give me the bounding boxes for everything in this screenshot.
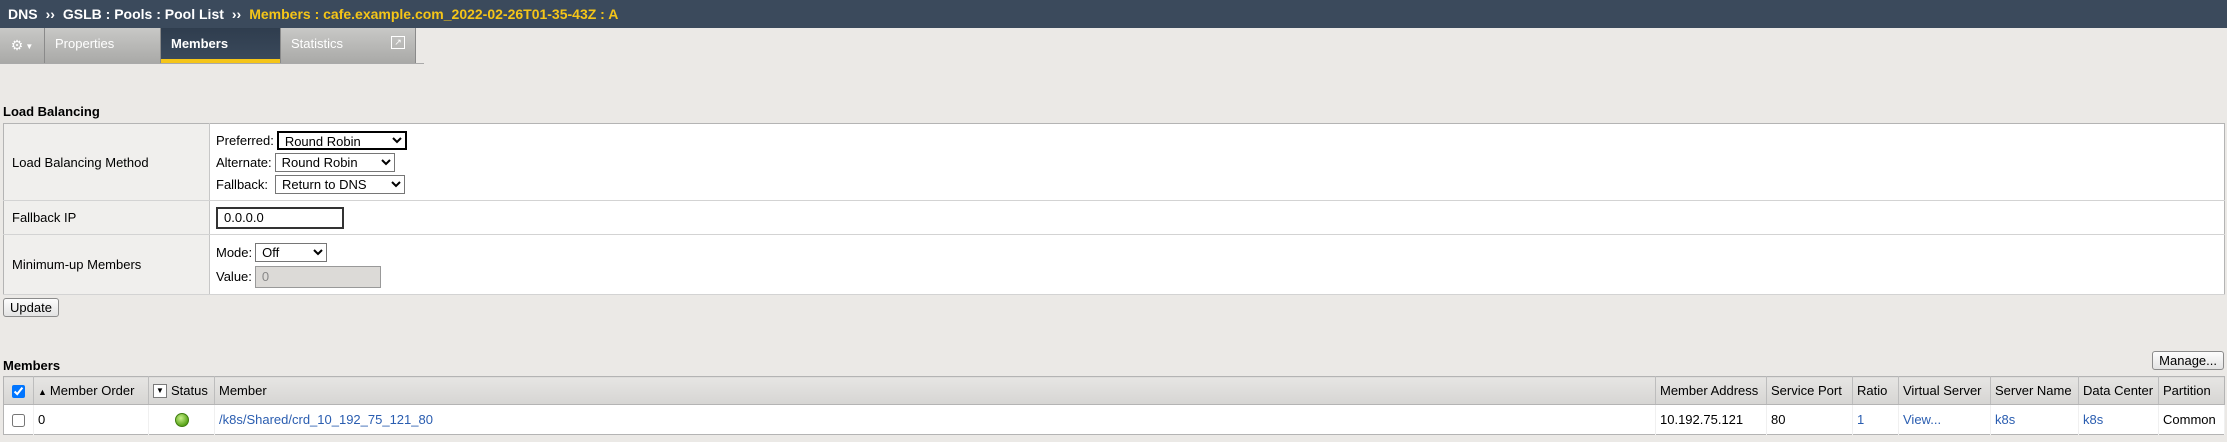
- load-balancing-title: Load Balancing: [3, 104, 100, 119]
- page-title: Members : cafe.example.com_2022-02-26T01…: [249, 6, 619, 22]
- manage-button[interactable]: Manage...: [2152, 351, 2224, 370]
- service-port-header-label: Service Port: [1771, 383, 1842, 398]
- partition-header-label: Partition: [2163, 383, 2211, 398]
- status-header-label: Status: [171, 382, 208, 398]
- column-header-member[interactable]: Member: [214, 376, 1656, 405]
- table-row: 0 /k8s/Shared/crd_10_192_75_121_80 10.19…: [3, 404, 2225, 435]
- column-header-ratio[interactable]: Ratio: [1852, 376, 1899, 405]
- breadcrumb-separator: ››: [231, 6, 242, 22]
- column-header-server-name[interactable]: Server Name: [1990, 376, 2079, 405]
- row-select-cell: [3, 404, 34, 435]
- value-input: [254, 265, 381, 288]
- member-order-header-label: Member Order: [49, 383, 135, 398]
- alternate-label: Alternate:: [216, 154, 272, 170]
- partition-cell: Common: [2158, 404, 2225, 435]
- value-label: Value:: [216, 269, 252, 284]
- sort-ascending-icon: ▲: [38, 387, 47, 397]
- tab-properties[interactable]: Properties: [45, 28, 161, 63]
- tab-properties-label: Properties: [55, 36, 115, 51]
- tab-statistics[interactable]: Statistics ↗: [281, 28, 416, 63]
- alternate-method-select[interactable]: Round Robin: [274, 152, 395, 172]
- member-order-cell: 0: [33, 404, 149, 435]
- fallback-method-select[interactable]: Return to DNS: [275, 174, 406, 194]
- tab-statistics-label: Statistics: [291, 36, 344, 51]
- fallback-label: Fallback:: [216, 176, 269, 192]
- column-header-service-port[interactable]: Service Port: [1766, 376, 1853, 405]
- member-cell: /k8s/Shared/crd_10_192_75_121_80: [214, 404, 1656, 435]
- virtual-server-header-label: Virtual Server: [1903, 383, 1982, 398]
- ratio-header-label: Ratio: [1857, 383, 1888, 398]
- tab-members-label: Members: [171, 36, 229, 51]
- mode-select[interactable]: Off: [255, 243, 328, 262]
- members-table: ▲ Member Order ▼ Status Member Member Addr…: [3, 376, 2225, 435]
- column-header-member-address[interactable]: Member Address: [1655, 376, 1767, 405]
- data-center-cell: k8s: [2078, 404, 2159, 435]
- column-header-partition[interactable]: Partition: [2158, 376, 2225, 405]
- tab-gear-menu[interactable]: ⚙ ▼: [0, 28, 45, 63]
- preferred-label: Preferred:: [216, 132, 274, 148]
- column-header-status[interactable]: ▼ Status: [148, 376, 215, 405]
- data-center-link[interactable]: k8s: [2083, 412, 2103, 427]
- update-button[interactable]: Update: [3, 298, 59, 317]
- breadcrumb-pool-list[interactable]: GSLB : Pools : Pool List: [63, 6, 224, 22]
- select-all-header: [3, 376, 34, 405]
- external-link-icon[interactable]: ↗: [391, 36, 405, 49]
- fallback-ip-label: Fallback IP: [3, 200, 210, 235]
- ratio-cell: 1: [1852, 404, 1899, 435]
- virtual-server-cell: View...: [1898, 404, 1991, 435]
- status-available-icon: [174, 413, 189, 428]
- fallback-ip-input[interactable]: [216, 206, 344, 229]
- server-name-cell: k8s: [1990, 404, 2079, 435]
- server-name-link[interactable]: k8s: [1995, 412, 2015, 427]
- mode-label: Mode:: [216, 245, 253, 260]
- service-port-cell: 80: [1766, 404, 1853, 435]
- member-header-label: Member: [219, 383, 267, 398]
- lb-method-label: Load Balancing Method: [3, 123, 210, 201]
- status-cell: [148, 404, 215, 435]
- chevron-down-icon: ▼: [25, 42, 34, 51]
- min-up-members-label: Minimum-up Members: [3, 234, 210, 295]
- virtual-server-view-link[interactable]: View...: [1903, 412, 1941, 427]
- breadcrumb: DNS ›› GSLB : Pools : Pool List ›› Membe…: [0, 0, 2227, 28]
- ratio-link[interactable]: 1: [1857, 412, 1864, 427]
- member-link[interactable]: /k8s/Shared/crd_10_192_75_121_80: [219, 412, 433, 427]
- load-balancing-table: Load Balancing Method Preferred: Round R…: [3, 123, 2225, 295]
- column-header-virtual-server[interactable]: Virtual Server: [1898, 376, 1991, 405]
- column-header-data-center[interactable]: Data Center: [2078, 376, 2159, 405]
- preferred-method-select[interactable]: Round Robin: [276, 130, 407, 150]
- member-address-cell: 10.192.75.121: [1655, 404, 1767, 435]
- server-name-header-label: Server Name: [1995, 383, 2072, 398]
- tab-members[interactable]: Members: [161, 28, 281, 63]
- filter-dropdown-icon[interactable]: ▼: [153, 384, 167, 399]
- breadcrumb-separator: ››: [45, 6, 55, 22]
- members-title: Members: [3, 358, 61, 373]
- tab-bar: ⚙ ▼ Properties Members Statistics ↗: [0, 28, 424, 64]
- gear-icon: ⚙: [10, 37, 24, 53]
- breadcrumb-dns[interactable]: DNS: [8, 6, 38, 22]
- select-all-checkbox[interactable]: [12, 385, 25, 399]
- row-checkbox[interactable]: [12, 414, 25, 428]
- data-center-header-label: Data Center: [2083, 383, 2154, 398]
- column-header-member-order[interactable]: ▲ Member Order: [33, 376, 149, 405]
- member-address-header-label: Member Address: [1660, 383, 1759, 398]
